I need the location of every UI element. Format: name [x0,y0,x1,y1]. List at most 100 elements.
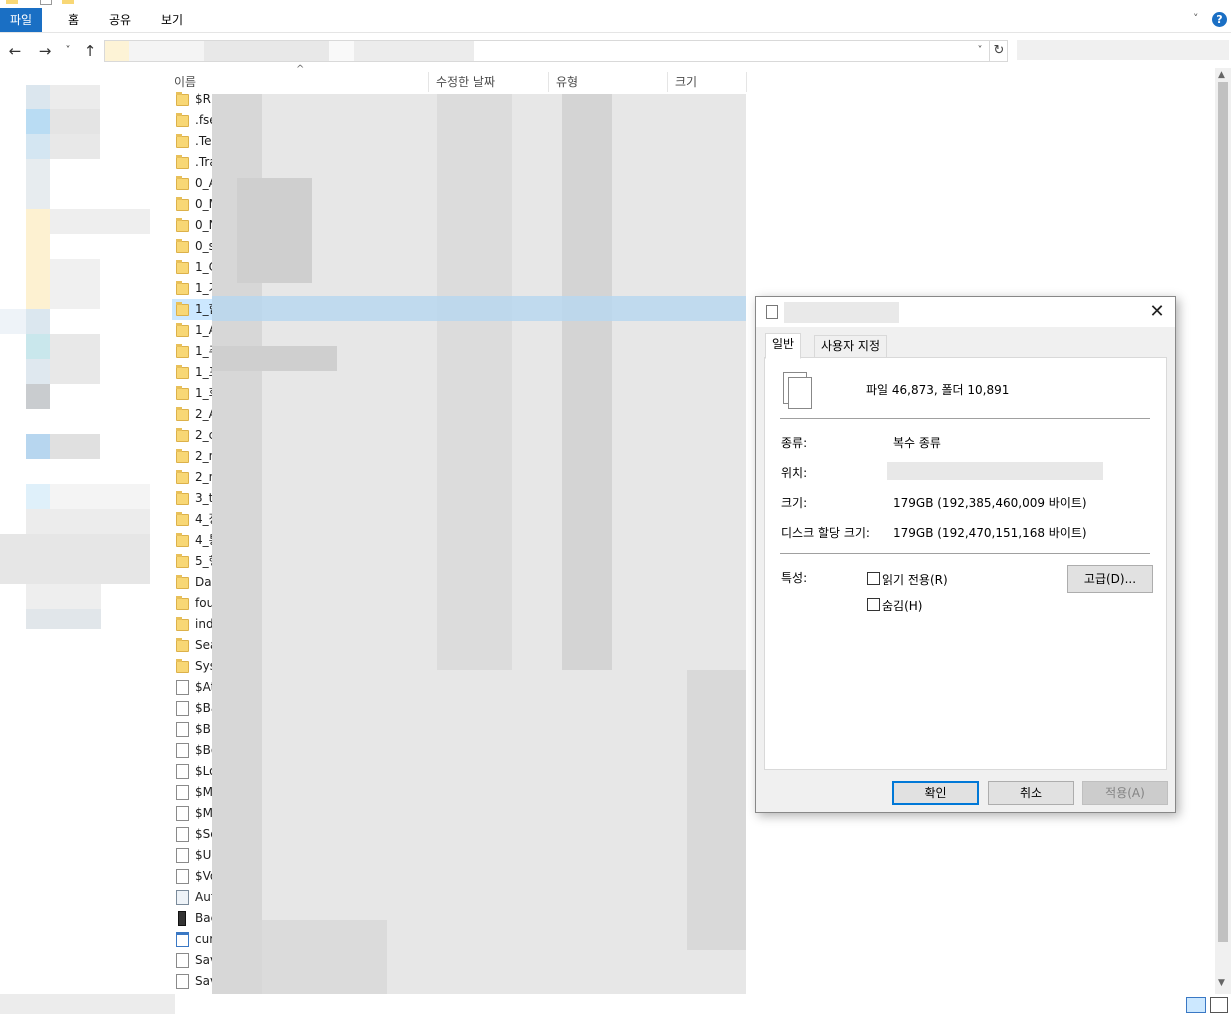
readonly-label[interactable]: 읽기 전용(R) [882,571,948,588]
folder-icon [176,449,189,463]
size-value: 179GB (192,385,460,009 바이트) [893,496,1087,510]
nav-blur [26,359,50,384]
nav-blur [26,434,50,459]
divider [780,553,1150,554]
dialog-title-blur [784,302,899,323]
vertical-scrollbar[interactable]: ▲ ▼ [1215,68,1231,994]
tab-home[interactable]: 홈 [58,10,89,30]
details-view-icon[interactable] [1186,997,1206,1013]
navigation-pane[interactable] [0,68,160,994]
selected-row-highlight [212,296,746,321]
help-icon[interactable]: ? [1212,12,1227,27]
file-icon [176,785,189,800]
tab-file[interactable]: 파일 [0,8,43,32]
nav-blur [26,85,50,109]
file-icon [176,680,189,695]
back-icon[interactable]: ← [4,40,26,62]
kind-label: 종류: [781,436,808,450]
forward-icon[interactable]: → [34,40,56,62]
folder-icon [176,218,189,232]
tab-customize[interactable]: 사용자 지정 [814,335,888,358]
kind-value: 복수 종류 [893,436,941,450]
folder-icon [176,638,189,652]
advanced-button[interactable]: 고급(D)... [1067,565,1153,593]
hidden-label[interactable]: 숨김(H) [882,597,922,614]
file-icon [176,848,189,863]
file-icon [176,701,189,716]
file-icon [176,953,189,968]
folder-icon [176,281,189,295]
scroll-thumb[interactable] [1218,82,1228,942]
folder-icon [176,92,189,106]
folder-icon [176,365,189,379]
nav-blur [0,534,150,584]
folder-icon [176,575,189,589]
nav-blur [26,159,50,209]
file-icon [176,743,189,758]
nav-blur [26,109,50,134]
application-icon [176,932,189,947]
location-blur [887,462,1103,480]
nav-blur [26,334,50,359]
ok-button[interactable]: 확인 [892,781,979,805]
battery-icon [178,911,186,926]
readonly-checkbox[interactable] [867,572,880,585]
scroll-down-icon[interactable]: ▼ [1218,978,1225,988]
address-blur [105,41,129,61]
folder-icon [176,554,189,568]
folder-icon [176,113,189,127]
folder-icon [176,134,189,148]
selection-summary: 파일 46,873, 폴더 10,891 [866,383,1010,397]
nav-blur [50,434,100,459]
folder-icon [176,491,189,505]
disk-size-label: 디스크 할당 크기: [781,526,870,540]
tab-general[interactable]: 일반 [765,333,802,359]
cancel-button[interactable]: 취소 [988,781,1074,805]
recent-locations-icon[interactable]: ˅ [60,40,76,62]
ribbon: 파일 홈 공유 보기 ˅ ? [0,0,1231,33]
divider [780,418,1150,419]
folder-icon [176,344,189,358]
file-icon [176,722,189,737]
folder-icon [176,533,189,547]
address-blur [204,41,329,61]
general-panel: 파일 46,873, 폴더 10,891 종류: 복수 종류 위치: 크기: 1… [764,357,1167,770]
nav-blur [50,484,150,509]
nav-blur [50,109,100,134]
nav-blur [26,584,101,609]
scroll-up-icon[interactable]: ▲ [1218,70,1225,80]
file-icon [176,806,189,821]
nav-blur [26,384,50,409]
tab-share[interactable]: 공유 [99,10,141,30]
folder-icon [176,176,189,190]
address-bar[interactable]: ˅ ↻ [104,40,1008,62]
file-icon [176,890,189,905]
close-icon[interactable]: ✕ [1145,301,1169,323]
folder-icon [176,428,189,442]
large-icons-view-icon[interactable] [1210,997,1228,1013]
nav-blur [0,309,26,334]
nav-blur [26,309,50,334]
hidden-checkbox[interactable] [867,598,880,611]
refresh-icon[interactable]: ↻ [989,41,1008,61]
ribbon-expand-icon[interactable]: ˅ [1193,12,1205,26]
nav-blur [50,259,100,309]
attributes-label: 특성: [781,571,808,585]
folder-icon [176,659,189,673]
folder-icon [176,155,189,169]
address-blur [129,41,204,61]
address-dropdown-icon[interactable]: ˅ [973,41,987,61]
folder-icon [176,407,189,421]
nav-blur [26,134,50,159]
tab-view[interactable]: 보기 [151,10,193,30]
location-label: 위치: [781,466,808,480]
details-blur [562,94,612,670]
apply-button[interactable]: 적용(A) [1082,781,1168,805]
disk-size-value: 179GB (192,470,151,168 바이트) [893,526,1087,540]
folder-icon [176,512,189,526]
file-icon [176,827,189,842]
folder-icon [176,470,189,484]
search-box[interactable] [1017,40,1229,60]
up-icon[interactable]: ↑ [79,40,101,62]
quick-access-newfolder-icon [62,0,74,4]
